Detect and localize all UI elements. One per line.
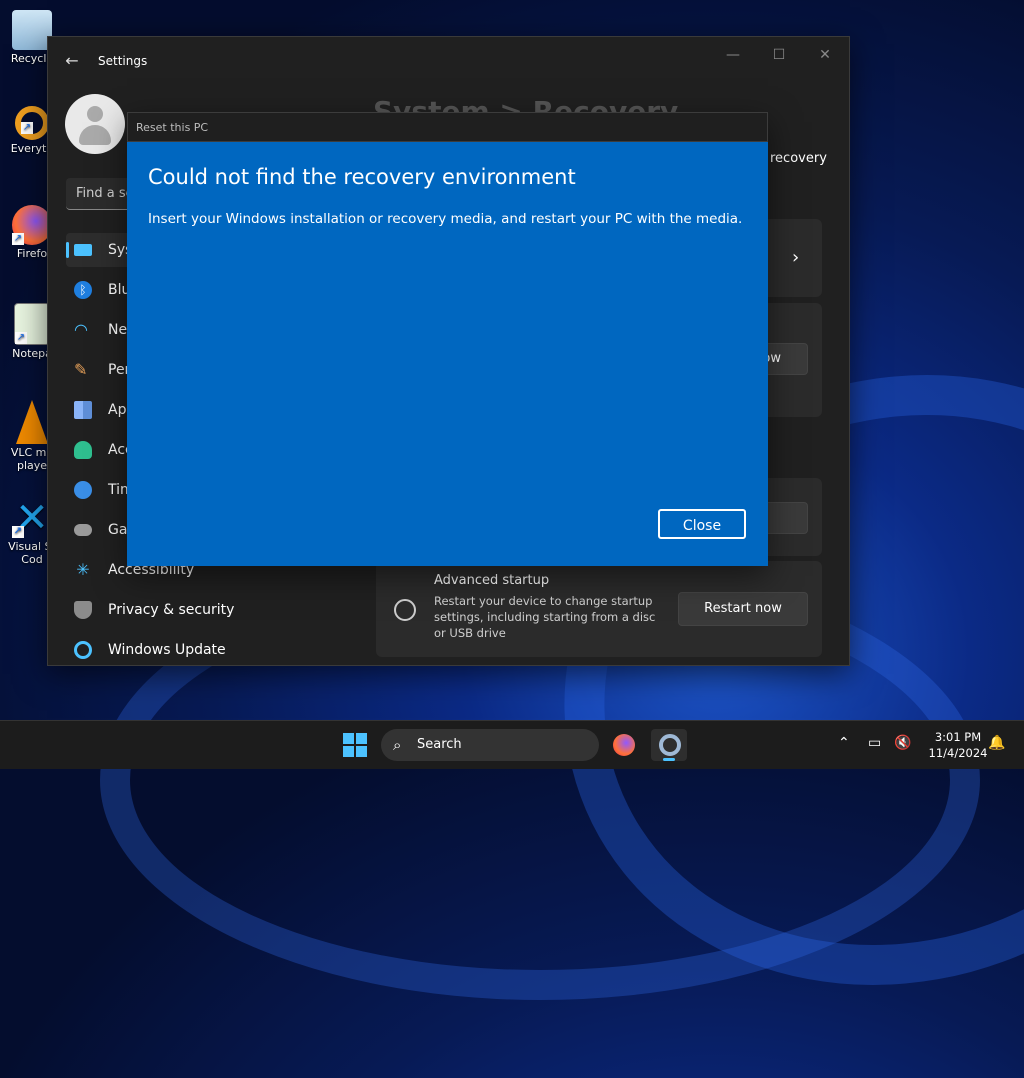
windows-logo-tile — [356, 733, 367, 744]
windows-update-icon — [74, 641, 92, 659]
network-status-icon[interactable]: ▭ — [868, 735, 881, 751]
dialog-message: Insert your Windows installation or reco… — [148, 211, 743, 227]
active-indicator — [663, 758, 675, 761]
windows-logo-icon — [343, 733, 354, 744]
taskbar-search[interactable]: ⌕ Search — [381, 729, 599, 761]
vscode-icon: ✕ ↗ — [12, 495, 49, 541]
reset-pc-dialog: Reset this PC Could not find the recover… — [127, 112, 768, 566]
taskbar-search-label: Search — [417, 737, 462, 752]
avatar[interactable] — [65, 94, 125, 154]
accessibility-icon: ✳ — [76, 560, 90, 579]
recycle-bin-icon — [12, 10, 52, 50]
vlc-icon — [16, 400, 48, 444]
gaming-icon — [74, 524, 92, 536]
notification-bell-icon[interactable]: 🔔 — [988, 735, 1005, 751]
clock[interactable]: 3:01 PM 11/4/2024 — [918, 729, 998, 761]
search-icon: ⌕ — [393, 736, 402, 754]
personalization-icon: ✎ — [74, 360, 88, 379]
sidebar-item-label: Privacy & security — [108, 602, 235, 618]
clock-time: 3:01 PM — [934, 730, 982, 744]
sidebar-item-label: Windows Update — [108, 642, 226, 658]
firefox-icon — [613, 734, 635, 756]
taskbar: ⌕ Search ⌃ ▭ 🔇 3:01 PM 11/4/2024 🔔 — [0, 720, 1024, 769]
windows-logo-tile — [343, 746, 354, 757]
firefox-icon: ↗ — [12, 205, 52, 245]
user-icon — [87, 106, 103, 122]
title-bar: ← Settings — ☐ ✕ — [48, 37, 849, 85]
sidebar-item-windows-update[interactable]: Windows Update — [66, 633, 226, 667]
gear-icon — [659, 734, 681, 756]
chevron-up-icon[interactable]: ⌃ — [838, 735, 850, 751]
apps-icon — [74, 401, 92, 419]
taskbar-firefox[interactable] — [606, 729, 642, 761]
recovery-description-text: recovery — [770, 151, 827, 166]
volume-muted-icon[interactable]: 🔇 — [894, 735, 911, 751]
close-window-button[interactable]: ✕ — [810, 45, 840, 65]
advanced-startup-card: Advanced startup Restart your device to … — [376, 561, 822, 657]
back-button[interactable]: ← — [60, 51, 84, 71]
network-icon: ◠ — [74, 320, 88, 339]
advanced-startup-title: Advanced startup — [434, 573, 550, 588]
windows-logo-tile — [356, 746, 367, 757]
dialog-window-title: Reset this PC — [136, 121, 209, 134]
dialog-title-bar: Reset this PC — [127, 112, 768, 142]
everything-search-icon: ↗ — [15, 106, 49, 140]
system-icon — [74, 244, 92, 256]
chevron-right-icon: › — [792, 247, 800, 268]
bluetooth-icon: ᛒ — [74, 281, 92, 299]
accounts-icon — [74, 441, 92, 459]
time-language-icon — [74, 481, 92, 499]
restart-now-button[interactable]: Restart now — [678, 592, 808, 626]
sidebar-item-privacy-security[interactable]: Privacy & security — [66, 593, 234, 627]
start-button[interactable] — [343, 733, 367, 757]
close-button[interactable]: Close — [658, 509, 746, 539]
dialog-heading: Could not find the recovery environment — [148, 165, 576, 189]
shield-icon — [74, 601, 92, 619]
clock-date: 11/4/2024 — [928, 746, 988, 760]
user-icon-body — [79, 125, 111, 145]
maximize-button[interactable]: ☐ — [764, 45, 794, 65]
notepad-icon: ↗ — [14, 303, 50, 345]
advanced-startup-icon — [394, 599, 416, 621]
taskbar-settings[interactable] — [651, 729, 687, 761]
minimize-button[interactable]: — — [718, 45, 748, 65]
window-title: Settings — [98, 54, 148, 68]
advanced-startup-description: Restart your device to change startup se… — [434, 594, 656, 640]
